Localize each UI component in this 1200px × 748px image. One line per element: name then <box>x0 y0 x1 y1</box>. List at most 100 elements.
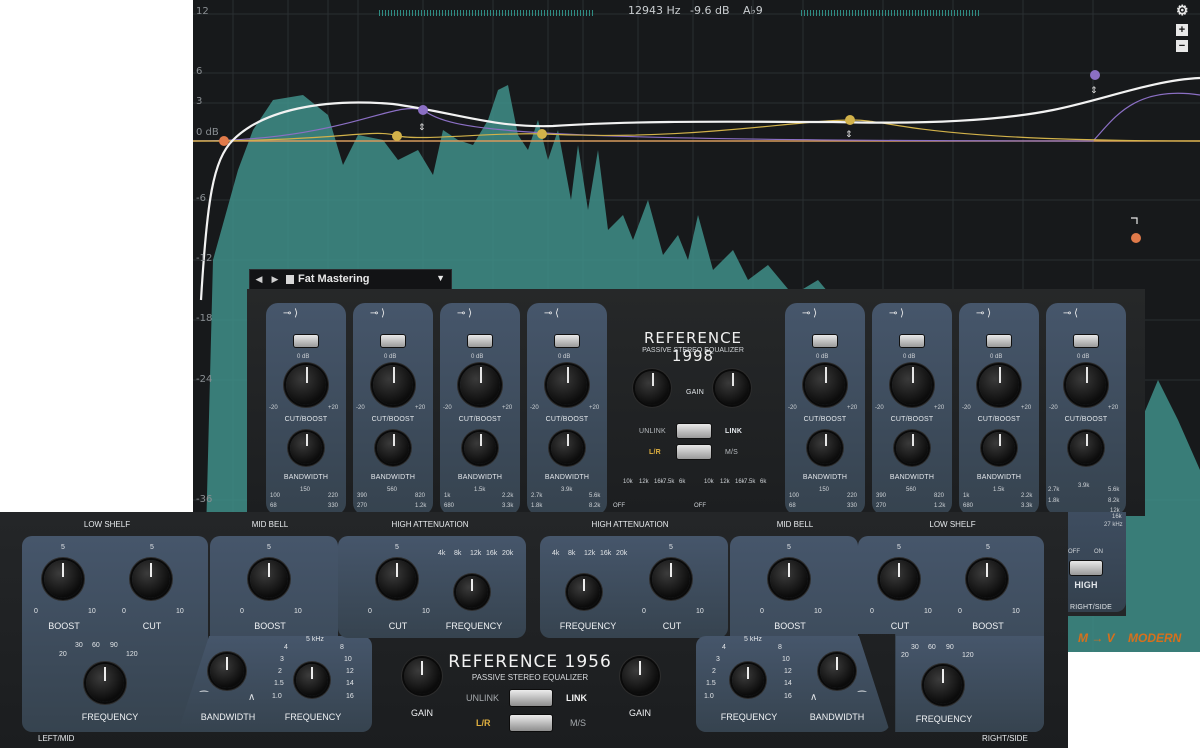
high-attenuation-left-panel: 5 0 10 CUT 4k 8k 12k 16k 20k FREQUENCY <box>338 536 526 638</box>
mode-toggle-button[interactable]: M → V <box>1078 631 1115 645</box>
cut-boost-knob[interactable] <box>373 365 413 405</box>
prev-preset-icon[interactable]: ◀ <box>254 273 264 285</box>
freq-scale: 120 <box>962 652 974 659</box>
band-type-toggle[interactable] <box>987 335 1011 347</box>
frequency-knob[interactable] <box>296 664 328 696</box>
settings-gear-icon[interactable]: ⚙ <box>1176 3 1189 17</box>
zero-db-label: 0 dB <box>903 354 916 360</box>
gain-right-knob[interactable] <box>715 371 749 405</box>
unlink-label: UNLINK <box>639 428 666 435</box>
preset-name[interactable]: Fat Mastering <box>298 273 370 285</box>
band-type-toggle[interactable] <box>294 335 318 347</box>
freq-scale: 12k <box>470 550 482 557</box>
gain-left-knob[interactable] <box>635 371 669 405</box>
bandwidth-knob[interactable] <box>820 654 854 688</box>
freq-scale: 1.2k <box>934 503 946 509</box>
lr-ms-toggle[interactable] <box>677 445 711 459</box>
preset-selector[interactable]: ◀ ▶ Fat Mastering ▼ <box>249 269 452 291</box>
zoom-out-icon[interactable]: − <box>1176 40 1188 52</box>
link-toggle[interactable] <box>677 424 711 438</box>
cut-boost-knob[interactable] <box>979 365 1019 405</box>
cut-label: CUT <box>142 621 162 631</box>
bandwidth-knob[interactable] <box>210 654 244 688</box>
section-title: LOW SHELF <box>929 520 976 529</box>
cut-boost-knob[interactable] <box>547 365 587 405</box>
bandwidth-knob[interactable] <box>290 432 322 464</box>
frequency-knob[interactable] <box>86 664 124 702</box>
bandwidth-knob[interactable] <box>896 432 928 464</box>
band-7-section: ⊸ ⟩ 0 dB -20 +20 CUT/BOOST BANDWIDTH 1.5… <box>959 303 1039 515</box>
bandwidth-knob[interactable] <box>377 432 409 464</box>
band-type-toggle[interactable] <box>813 335 837 347</box>
cut-boost-knob[interactable] <box>286 365 326 405</box>
band-type-toggle[interactable] <box>381 335 405 347</box>
freq-scale: 12k <box>720 479 730 485</box>
band-type-toggle[interactable] <box>1074 335 1098 347</box>
zero-db-label: 0 dB <box>816 354 829 360</box>
band-type-toggle[interactable] <box>555 335 579 347</box>
minus-label: -20 <box>962 405 971 411</box>
cut-knob[interactable] <box>880 560 918 598</box>
y-label: 12 <box>196 6 209 17</box>
freq-scale: 5.6k <box>589 493 601 499</box>
mid-bell-right-lower: 5 kHz 4 8 3 10 2 12 1.5 14 1.0 16 FREQUE… <box>696 636 890 732</box>
cut-boost-knob[interactable] <box>1066 365 1106 405</box>
dropdown-arrow-icon[interactable]: ▼ <box>436 273 445 283</box>
cut-knob[interactable] <box>378 560 416 598</box>
frequency-knob[interactable] <box>924 666 962 704</box>
band-type-toggle[interactable] <box>900 335 924 347</box>
bandwidth-knob[interactable] <box>551 432 583 464</box>
scale-label: 10 <box>176 608 184 615</box>
boost-knob[interactable] <box>250 560 288 598</box>
shelf-icon: ⊸ ⟩ <box>802 308 818 319</box>
frequency-knob[interactable] <box>456 576 488 608</box>
cut-boost-knob[interactable] <box>805 365 845 405</box>
minus-label: -20 <box>443 405 452 411</box>
boost-knob[interactable] <box>968 560 1006 598</box>
high-toggle[interactable] <box>1070 561 1102 575</box>
freq-scale: 270 <box>357 503 368 509</box>
freq-scale: 4k <box>552 550 560 557</box>
left-mid-label: LEFT/MID <box>38 734 75 743</box>
link-toggle[interactable] <box>510 690 552 706</box>
zoom-in-icon[interactable]: + <box>1176 24 1188 36</box>
bandwidth-knob[interactable] <box>1070 432 1102 464</box>
band-type-toggle[interactable] <box>468 335 492 347</box>
freq-scale: 2.2k <box>502 493 514 499</box>
cut-boost-knob[interactable] <box>460 365 500 405</box>
bandwidth-knob[interactable] <box>809 432 841 464</box>
lr-ms-toggle[interactable] <box>510 715 552 731</box>
freq-scale: 12 <box>784 668 792 675</box>
boost-knob[interactable] <box>44 560 82 598</box>
freq-scale: 8.2k <box>589 503 601 509</box>
y-label: 0 dB <box>196 127 219 138</box>
freq-scale: 5 kHz <box>306 636 324 643</box>
minus-label: -20 <box>788 405 797 411</box>
bell-narrow-icon: ∧ <box>810 692 818 703</box>
low-shelf-right-lower: 30 20 60 90 120 FREQUENCY <box>896 636 1044 732</box>
frequency-label: FREQUENCY <box>720 712 778 722</box>
bandwidth-knob[interactable] <box>464 432 496 464</box>
scale-label: 5 <box>267 544 271 551</box>
gain-right-knob[interactable] <box>622 658 658 694</box>
bandwidth-knob[interactable] <box>983 432 1015 464</box>
eq-node-6 <box>1090 70 1100 80</box>
gain-left-knob[interactable] <box>404 658 440 694</box>
cut-knob[interactable] <box>132 560 170 598</box>
next-preset-icon[interactable]: ▶ <box>270 273 280 285</box>
boost-knob[interactable] <box>770 560 808 598</box>
high-band-lower: 16k 27 kHz OFF ON HIGH RIGHT/SIDE <box>1046 512 1126 616</box>
freq-scale: 20k <box>502 550 514 557</box>
frequency-knob[interactable] <box>732 664 764 696</box>
scale-label: 0 <box>642 608 646 615</box>
high-attenuation-right-panel: 4k 8k 12k 16k 20k FREQUENCY 5 0 10 CUT <box>540 536 728 638</box>
zero-db-label: 0 dB <box>558 354 571 360</box>
scale-label: 0 <box>870 608 874 615</box>
style-toggle-button[interactable]: MODERN <box>1128 631 1181 645</box>
freq-scale: 1.0 <box>704 693 714 700</box>
cut-knob[interactable] <box>652 560 690 598</box>
frequency-knob[interactable] <box>568 576 600 608</box>
cut-boost-knob[interactable] <box>892 365 932 405</box>
plus-label: +20 <box>589 405 600 411</box>
freq-scale: 7.5k <box>744 479 756 485</box>
